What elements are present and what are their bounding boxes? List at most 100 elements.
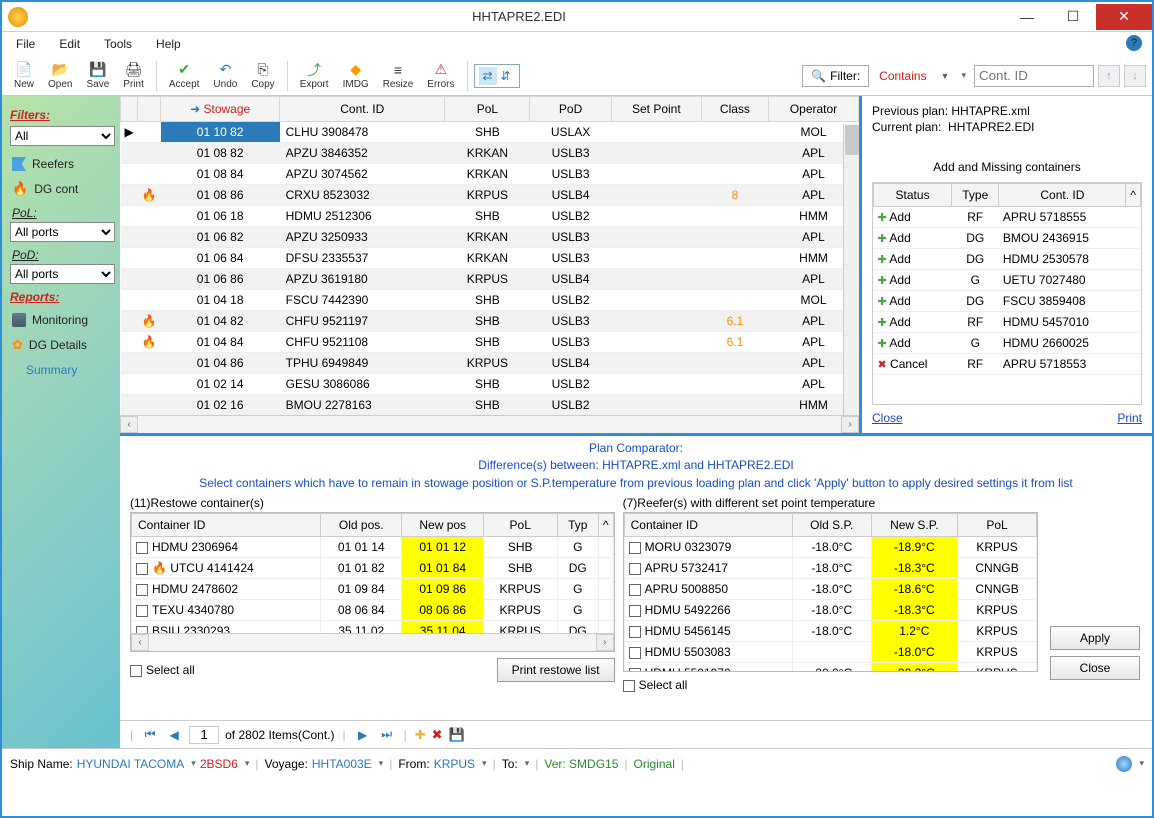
grid-vscroll[interactable] (843, 124, 859, 415)
table-row[interactable]: 🔥01 04 82CHFU 9521197SHBUSLB36.1APL (121, 311, 859, 332)
restow-selectall[interactable]: Select all (130, 663, 195, 677)
voyage-value[interactable]: HHTA003E (312, 757, 372, 771)
table-row[interactable]: 01 08 82APZU 3846352KRKANUSLB3APL (121, 143, 859, 164)
table-row[interactable]: ✚ AddGUETU 7027480 (874, 270, 1141, 291)
table-row[interactable]: 01 02 16BMOU 2278163SHBUSLB2HMM (121, 395, 859, 416)
filter-input[interactable] (974, 65, 1094, 87)
menu-help[interactable]: Help (156, 37, 181, 51)
table-row[interactable]: 01 06 82APZU 3250933KRKANUSLB3APL (121, 227, 859, 248)
rp-close-link[interactable]: Close (872, 411, 903, 425)
accept-button[interactable]: ✔Accept (163, 58, 206, 94)
pol-select[interactable]: All ports (10, 222, 115, 242)
nav-prev[interactable]: ◀ (165, 728, 183, 742)
open-button[interactable]: 📂Open (42, 58, 78, 94)
view-toggle[interactable]: ⇄⇵ (474, 64, 520, 88)
table-row[interactable]: ✚ AddRFHDMU 5457010 (874, 312, 1141, 333)
table-row[interactable]: HDMU 247860201 09 8401 09 86KRPUSG (132, 579, 614, 600)
table-row[interactable]: TEXU 434078008 06 8408 06 86KRPUSG (132, 600, 614, 621)
table-row[interactable]: ✚ AddDGBMOU 2436915 (874, 228, 1141, 249)
copy-button[interactable]: ⎘Copy (245, 58, 280, 94)
table-row[interactable]: HDMU 5456145-18.0°C1.2°CKRPUS (624, 621, 1036, 642)
dropdown-icon-2[interactable]: ▾ (957, 70, 970, 81)
help-icon[interactable]: ? (1126, 35, 1142, 51)
col-class[interactable]: Class (701, 97, 768, 122)
resize-button[interactable]: ≡Resize (377, 58, 420, 94)
menu-tools[interactable]: Tools (104, 37, 132, 51)
table-row[interactable]: 01 06 18HDMU 2512306SHBUSLB2HMM (121, 206, 859, 227)
col-setpoint[interactable]: Set Point (611, 97, 701, 122)
rp-print-link[interactable]: Print (1117, 411, 1142, 425)
nav-first[interactable]: ⏮ (141, 727, 159, 742)
maximize-button[interactable]: ☐ (1050, 4, 1096, 30)
table-row[interactable]: ✖ CancelRFAPRU 5718553 (874, 354, 1141, 375)
sidebar-dgcont[interactable]: 🔥DG cont (6, 176, 116, 202)
nav-add-icon[interactable]: ✚ (415, 727, 426, 743)
imdg-button[interactable]: ◆IMDG (337, 58, 375, 94)
table-row[interactable]: 01 04 18FSCU 7442390SHBUSLB2MOL (121, 290, 859, 311)
apply-button[interactable]: Apply (1050, 626, 1140, 650)
table-row[interactable]: HDMU 5492266-18.0°C-18.3°CKRPUS (624, 600, 1036, 621)
close-button-bottom[interactable]: Close (1050, 656, 1140, 680)
table-row[interactable]: APRU 5732417-18.0°C-18.3°CCNNGB (624, 558, 1036, 579)
filter-down-button[interactable]: ↓ (1124, 65, 1146, 87)
export-button[interactable]: ⤴Export (294, 58, 335, 94)
nav-last[interactable]: ⏭ (378, 727, 396, 742)
close-button[interactable]: ✕ (1096, 4, 1152, 30)
col-operator[interactable]: Operator (769, 97, 859, 122)
table-row[interactable]: 01 06 84DFSU 2335537KRKANUSLB3HMM (121, 248, 859, 269)
new-button[interactable]: 📄New (8, 58, 40, 94)
toggle-a-icon[interactable]: ⇄ (479, 67, 497, 85)
dropdown-icon[interactable]: ▼ (937, 71, 954, 81)
filter-all-select[interactable]: All (10, 126, 115, 146)
table-row[interactable]: 🔥01 08 86CRXU 8523032KRPUSUSLB48APL (121, 185, 859, 206)
errors-button[interactable]: ⚠Errors (421, 58, 460, 94)
nav-page-input[interactable] (189, 726, 219, 744)
table-row[interactable]: ▶01 10 82CLHU 3908478SHBUSLAXMOL (121, 122, 859, 143)
nav-delete-icon[interactable]: ✖ (432, 727, 443, 743)
table-row[interactable]: 🔥01 04 84CHFU 9521108SHBUSLB36.1APL (121, 332, 859, 353)
filter-box[interactable]: 🔍 Filter: (802, 65, 869, 87)
undo-button[interactable]: ↶Undo (207, 58, 243, 94)
nav-save-icon[interactable]: 💾 (449, 727, 465, 743)
table-row[interactable]: ✚ AddDGHDMU 2530578 (874, 249, 1141, 270)
from-value[interactable]: KRPUS (434, 757, 475, 771)
col-contid[interactable]: Cont. ID (280, 97, 445, 122)
print-restow-button[interactable]: Print restowe list (497, 658, 615, 682)
menu-file[interactable]: File (16, 37, 35, 51)
col-pol[interactable]: PoL (445, 97, 530, 122)
table-row[interactable]: 01 08 84APZU 3074562KRKANUSLB3APL (121, 164, 859, 185)
table-row[interactable]: HDMU 230696401 01 1401 01 12SHBG (132, 537, 614, 558)
imdg-icon: ◆ (347, 62, 365, 78)
sidebar-monitoring[interactable]: Monitoring (6, 308, 116, 332)
sidebar-dgdetails[interactable]: ✿DG Details (6, 332, 116, 358)
grid-hscroll[interactable]: ‹› (120, 415, 859, 433)
ship-code[interactable]: 2BSD6 (200, 757, 238, 771)
col-pod[interactable]: PoD (530, 97, 612, 122)
filter-up-button[interactable]: ↑ (1098, 65, 1120, 87)
minimize-button[interactable]: — (1004, 4, 1050, 30)
table-row[interactable]: 🔥 UTCU 414142401 01 8201 01 84SHBDG (132, 558, 614, 579)
table-row[interactable]: ✚ AddGHDMU 2660025 (874, 333, 1141, 354)
reefer-selectall[interactable]: Select all (623, 678, 688, 692)
table-row[interactable]: ✚ AddRFAPRU 5718555 (874, 207, 1141, 228)
col-stowage[interactable]: ➜ Stowage (161, 97, 280, 122)
nav-next[interactable]: ▶ (354, 728, 372, 742)
print-button[interactable]: 🖨Print (117, 58, 150, 94)
filter-mode[interactable]: Contains (873, 66, 932, 86)
table-row[interactable]: HDMU 5501970-20.0°C-20.2°CKRPUS (624, 663, 1036, 673)
table-row[interactable]: MORU 0323079-18.0°C-18.9°CKRPUS (624, 537, 1036, 558)
table-row[interactable]: 01 04 86TPHU 6949849KRPUSUSLB4APL (121, 353, 859, 374)
globe-icon[interactable] (1116, 756, 1132, 772)
sidebar-summary[interactable]: Summary (6, 358, 116, 382)
menu-edit[interactable]: Edit (59, 37, 80, 51)
save-button[interactable]: 💾Save (80, 58, 115, 94)
table-row[interactable]: 01 02 14GESU 3086086SHBUSLB2APL (121, 374, 859, 395)
table-row[interactable]: 01 06 86APZU 3619180KRPUSUSLB4APL (121, 269, 859, 290)
sidebar-reefers[interactable]: Reefers (6, 152, 116, 176)
ship-name-value[interactable]: HYUNDAI TACOMA (77, 757, 185, 771)
pod-select[interactable]: All ports (10, 264, 115, 284)
table-row[interactable]: APRU 5008850-18.0°C-18.6°CCNNGB (624, 579, 1036, 600)
table-row[interactable]: ✚ AddDGFSCU 3859408 (874, 291, 1141, 312)
table-row[interactable]: HDMU 5503083-18.0°CKRPUS (624, 642, 1036, 663)
toggle-b-icon[interactable]: ⇵ (497, 67, 515, 85)
